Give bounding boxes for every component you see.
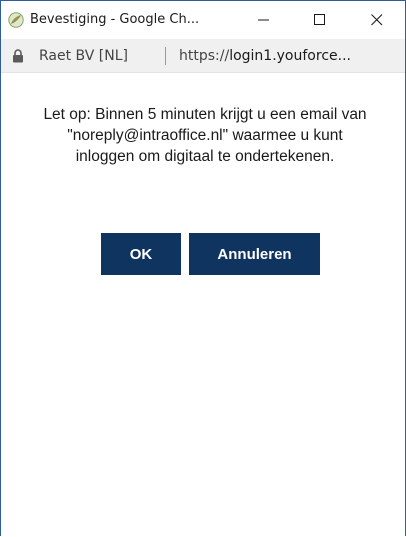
close-button[interactable]	[354, 1, 400, 39]
confirmation-message: Let op: Binnen 5 minuten krijgt u een em…	[4, 104, 406, 167]
url-prefix: https://	[179, 48, 230, 64]
maximize-icon	[314, 14, 325, 25]
lock-icon[interactable]	[12, 49, 24, 63]
close-icon	[371, 14, 383, 26]
cancel-button[interactable]: Annuleren	[189, 233, 320, 275]
address-separator	[165, 47, 166, 65]
browser-popup-window: Bevestiging - Google Ch... Raet BV [NL] …	[0, 0, 406, 537]
window-title: Bevestiging - Google Ch...	[30, 12, 200, 27]
minimize-button[interactable]	[241, 1, 287, 39]
dialog-actions: OK Annuleren	[1, 233, 405, 275]
message-line: Let op: Binnen 5 minuten krijgt u een em…	[43, 106, 367, 123]
address-bar[interactable]: Raet BV [NL] https://login1.youforce...	[1, 39, 405, 73]
site-identity[interactable]: Raet BV [NL]	[39, 47, 128, 65]
chrome-leaf-icon	[8, 12, 24, 28]
maximize-button[interactable]	[297, 1, 343, 39]
message-line: inloggen om digitaal te ondertekenen.	[75, 148, 335, 165]
message-line: "noreply@intraoffice.nl" waarmee u kunt	[67, 127, 343, 144]
minimize-icon	[258, 19, 269, 21]
page-content: Let op: Binnen 5 minuten krijgt u een em…	[1, 73, 405, 537]
url-domain: login1.youforce...	[229, 48, 351, 64]
title-bar[interactable]: Bevestiging - Google Ch...	[1, 1, 405, 39]
url-text[interactable]: https://login1.youforce...	[179, 47, 351, 65]
ok-button[interactable]: OK	[101, 233, 181, 275]
